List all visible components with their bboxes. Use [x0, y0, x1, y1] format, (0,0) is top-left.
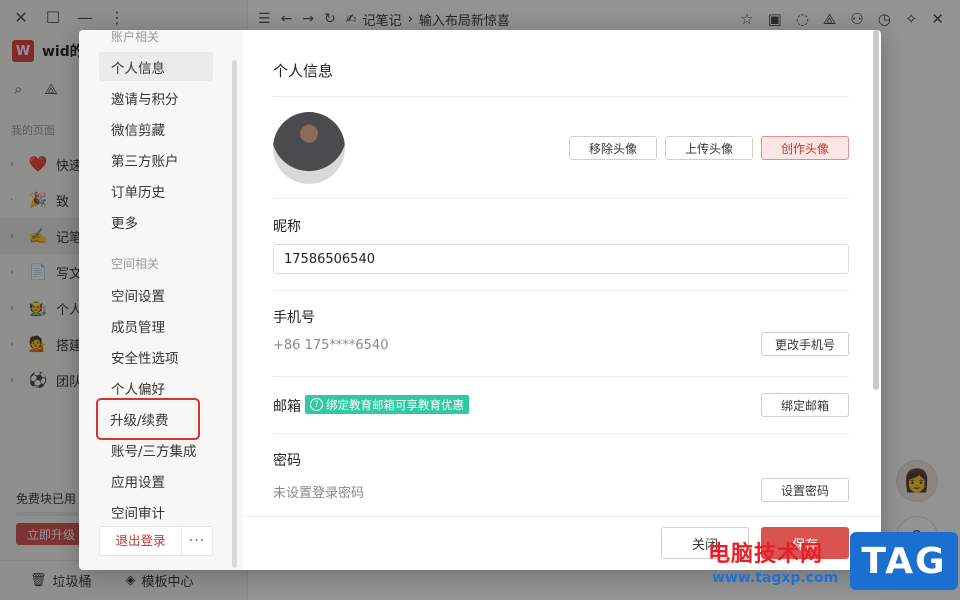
nav-item-space-settings[interactable]: 空间设置	[99, 280, 213, 309]
nav-scrollbar[interactable]	[232, 60, 237, 568]
nav-item-app-settings[interactable]: 应用设置	[99, 466, 213, 495]
nav-item-orders[interactable]: 订单历史	[99, 176, 213, 205]
nav-item-personal-info[interactable]: 个人信息	[99, 52, 213, 81]
password-label: 密码	[273, 453, 301, 469]
settings-modal: 账户相关 个人信息 邀请与积分 微信剪藏 第三方账户 订单历史 更多 空间相关 …	[79, 30, 881, 570]
nickname-input[interactable]: 17586506540	[273, 244, 849, 274]
watermark-url: www.tagxp.com	[712, 570, 839, 586]
question-icon: ?	[310, 398, 323, 411]
nav-item-more[interactable]: 更多	[99, 207, 213, 236]
set-password-button[interactable]: 设置密码	[761, 478, 849, 502]
page-title: 个人信息	[273, 62, 334, 80]
phone-label: 手机号	[273, 310, 315, 326]
nav-section-account: 账户相关	[111, 30, 160, 44]
watermark-logo: TAG	[850, 532, 958, 590]
settings-content: 个人信息 移除头像 上传头像 创作头像 昵称 17586506540 手机号 +…	[243, 30, 873, 516]
nav-item-integrations[interactable]: 账号/三方集成	[99, 435, 213, 464]
nav-item-third-party[interactable]: 第三方账户	[99, 145, 213, 174]
nav-item-upgrade[interactable]: 升级/续费	[96, 398, 200, 440]
settings-nav: 账户相关 个人信息 邀请与积分 微信剪藏 第三方账户 订单历史 更多 空间相关 …	[79, 30, 243, 570]
phone-value: +86 175****6540	[273, 338, 389, 353]
nav-section-space: 空间相关	[111, 257, 160, 271]
nickname-label: 昵称	[273, 219, 301, 235]
watermark: 电脑技术网 www.tagxp.com TAG	[708, 530, 960, 600]
watermark-text: 电脑技术网	[708, 542, 824, 567]
edu-email-badge[interactable]: ? 绑定教育邮箱可享教育优惠	[305, 395, 469, 414]
user-avatar	[273, 112, 345, 184]
nav-item-invite[interactable]: 邀请与积分	[99, 83, 213, 112]
nav-item-members[interactable]: 成员管理	[99, 311, 213, 340]
edu-badge-text: 绑定教育邮箱可享教育优惠	[326, 397, 464, 412]
content-scrollbar[interactable]	[873, 30, 879, 390]
nav-item-security[interactable]: 安全性选项	[99, 342, 213, 371]
create-avatar-button[interactable]: 创作头像	[761, 136, 849, 160]
divider	[273, 290, 849, 291]
divider	[273, 198, 849, 199]
nav-item-preferences[interactable]: 个人偏好	[99, 373, 213, 402]
email-label: 邮箱	[273, 399, 301, 415]
bind-email-button[interactable]: 绑定邮箱	[761, 393, 849, 417]
nav-item-wechat-clip[interactable]: 微信剪藏	[99, 114, 213, 143]
password-value: 未设置登录密码	[273, 486, 365, 501]
divider	[273, 96, 849, 97]
logout-group: 退出登录 ···	[99, 526, 213, 556]
logout-button[interactable]: 退出登录	[100, 527, 182, 555]
more-horizontal-icon[interactable]: ···	[182, 533, 212, 549]
divider	[273, 376, 849, 377]
remove-avatar-button[interactable]: 移除头像	[569, 136, 657, 160]
change-phone-button[interactable]: 更改手机号	[761, 332, 849, 356]
divider	[273, 433, 849, 434]
nav-item-audit[interactable]: 空间审计	[99, 497, 213, 526]
upload-avatar-button[interactable]: 上传头像	[665, 136, 753, 160]
